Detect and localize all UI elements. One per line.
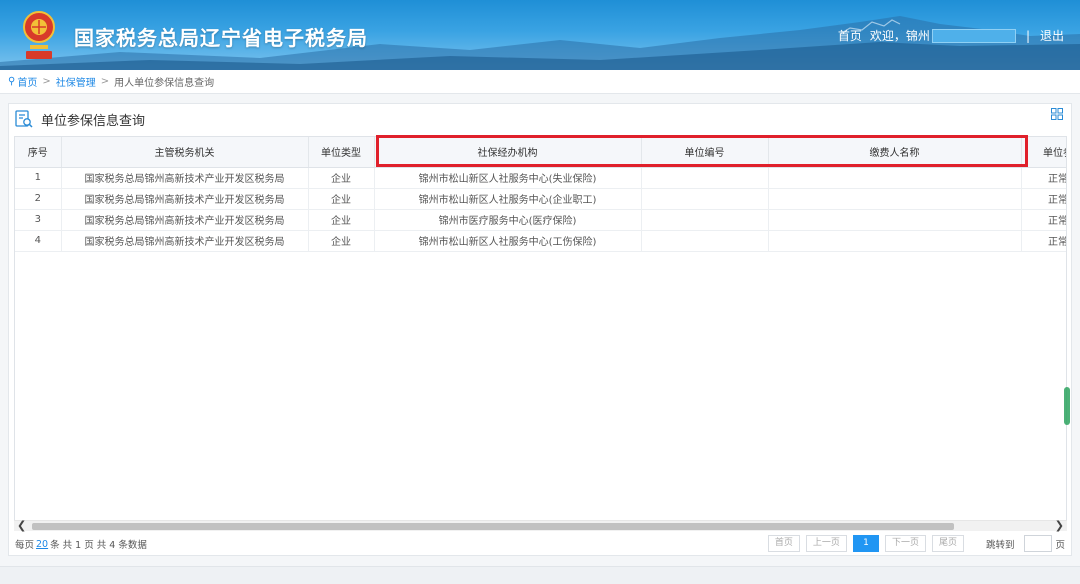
- first-page-button[interactable]: 首页: [767, 535, 800, 552]
- tax-emblem-icon: [23, 11, 55, 59]
- scrollbar-thumb[interactable]: [32, 523, 954, 530]
- breadcrumb-separator: >: [42, 76, 51, 87]
- horizontal-scrollbar[interactable]: ❮ ❯: [14, 519, 1067, 532]
- cell-unit-type: 企业: [308, 188, 375, 210]
- breadcrumb: ⚲ 首页 > 社保管理 > 用人单位参保信息查询: [0, 70, 1080, 94]
- cell-status: 正常参: [1021, 188, 1066, 210]
- cell-tax-office: 国家税务总局锦州高新技术产业开发区税务局: [61, 167, 309, 189]
- pagination-bar: 每页 20 条 共 1 页 共 4 条数据 首页 上一页 1 下一页 尾页 跳转…: [9, 532, 1073, 556]
- breadcrumb-home[interactable]: 首页: [17, 74, 37, 89]
- page-size-selector[interactable]: 20: [36, 539, 48, 550]
- data-table: 序号 主管税务机关 单位类型 社保经办机构 单位编号 缴费人名称 单位参保 1 …: [15, 137, 1066, 252]
- jump-to-label: 跳转到: [985, 539, 1015, 551]
- cell-tax-office: 国家税务总局锦州高新技术产业开发区税务局: [61, 230, 309, 252]
- cell-tax-office: 国家税务总局锦州高新技术产业开发区税务局: [61, 188, 309, 210]
- cell-payer-name: [768, 209, 1022, 231]
- cell-payer-name: [768, 167, 1022, 189]
- page-summary: 条 共 1 页 共 4 条数据: [50, 540, 147, 551]
- cell-index: 3: [15, 209, 62, 231]
- cell-unit-number: [641, 188, 769, 210]
- panel-title: 单位参保信息查询: [41, 113, 146, 129]
- vertical-scroll-indicator[interactable]: [1064, 387, 1070, 425]
- cell-status: 正常参: [1021, 209, 1066, 231]
- table-row[interactable]: 4 国家税务总局锦州高新技术产业开发区税务局 企业 锦州市松山新区人社服务中心(…: [15, 230, 1066, 252]
- scroll-right-arrow-icon[interactable]: ❯: [1055, 519, 1064, 532]
- col-header-enrollment-status[interactable]: 单位参保: [1021, 137, 1066, 168]
- per-page-prefix: 每页: [15, 540, 35, 551]
- cell-index: 4: [15, 230, 62, 252]
- pager-buttons: 首页 上一页 1 下一页 尾页 跳转到 页: [762, 535, 1065, 552]
- col-header-unit-type[interactable]: 单位类型: [308, 137, 375, 168]
- cell-payer-name: [768, 230, 1022, 252]
- query-panel: 单位参保信息查询 序号 主管税务机关 单位类型 社保经办机构 单位编号 缴费人名…: [8, 103, 1072, 556]
- table-row[interactable]: 2 国家税务总局锦州高新技术产业开发区税务局 企业 锦州市松山新区人社服务中心(…: [15, 188, 1066, 210]
- logout-link[interactable]: 退出: [1040, 27, 1064, 44]
- cell-unit-type: 企业: [308, 209, 375, 231]
- cell-unit-type: 企业: [308, 230, 375, 252]
- cell-unit-type: 企业: [308, 167, 375, 189]
- jump-page-suffix: 页: [1055, 539, 1065, 551]
- cell-agency: 锦州市松山新区人社服务中心(企业职工): [374, 188, 642, 210]
- cell-status: 正常参: [1021, 167, 1066, 189]
- breadcrumb-separator: >: [100, 76, 110, 87]
- site-title: 国家税务总局辽宁省电子税务局: [74, 26, 368, 50]
- scroll-left-arrow-icon[interactable]: ❮: [17, 519, 26, 532]
- cell-agency: 锦州市松山新区人社服务中心(工伤保险): [374, 230, 642, 252]
- location-pin-icon: ⚲: [8, 76, 16, 87]
- table-row[interactable]: 1 国家税务总局锦州高新技术产业开发区税务局 企业 锦州市松山新区人社服务中心(…: [15, 167, 1066, 189]
- col-header-agency[interactable]: 社保经办机构: [374, 137, 642, 168]
- cell-index: 1: [15, 167, 62, 189]
- data-table-container[interactable]: 序号 主管税务机关 单位类型 社保经办机构 单位编号 缴费人名称 单位参保 1 …: [14, 136, 1067, 521]
- cell-tax-office: 国家税务总局锦州高新技术产业开发区税务局: [61, 209, 309, 231]
- last-page-button[interactable]: 尾页: [931, 535, 964, 552]
- cell-agency: 锦州市医疗服务中心(医疗保险): [374, 209, 642, 231]
- cell-payer-name: [768, 188, 1022, 210]
- prev-page-button[interactable]: 上一页: [805, 535, 847, 552]
- jump-page-input[interactable]: [1024, 535, 1053, 552]
- cell-index: 2: [15, 188, 62, 210]
- search-document-icon: [15, 110, 33, 128]
- cell-unit-number: [641, 167, 769, 189]
- col-header-unit-number[interactable]: 单位编号: [641, 137, 769, 168]
- cell-agency: 锦州市松山新区人社服务中心(失业保险): [374, 167, 642, 189]
- col-header-payer-name[interactable]: 缴费人名称: [768, 137, 1022, 168]
- footer-strip: [0, 566, 1080, 584]
- cell-unit-number: [641, 209, 769, 231]
- cell-status: 正常参: [1021, 230, 1066, 252]
- panel-header: 单位参保信息查询: [9, 104, 1071, 134]
- breadcrumb-current: 用人单位参保信息查询: [114, 78, 215, 89]
- welcome-text: 欢迎，锦州: [869, 29, 930, 43]
- breadcrumb-social-security[interactable]: 社保管理: [56, 74, 96, 89]
- home-link[interactable]: 首页: [838, 27, 862, 44]
- cell-unit-number: [641, 230, 769, 252]
- column-settings-icon[interactable]: [1051, 108, 1063, 120]
- username-masked: [931, 28, 1016, 43]
- table-row[interactable]: 3 国家税务总局锦州高新技术产业开发区税务局 企业 锦州市医疗服务中心(医疗保险…: [15, 209, 1066, 231]
- top-links: 首页 欢迎，锦州 | 退出: [838, 27, 1064, 44]
- site-header: 国家税务总局辽宁省电子税务局 首页 欢迎，锦州 | 退出: [0, 0, 1080, 70]
- current-page-button[interactable]: 1: [852, 535, 879, 552]
- next-page-button[interactable]: 下一页: [884, 535, 926, 552]
- link-separator: |: [1025, 28, 1030, 43]
- col-header-tax-office[interactable]: 主管税务机关: [61, 137, 309, 168]
- table-header-row: 序号 主管税务机关 单位类型 社保经办机构 单位编号 缴费人名称 单位参保: [15, 137, 1066, 168]
- col-header-index[interactable]: 序号: [15, 137, 62, 168]
